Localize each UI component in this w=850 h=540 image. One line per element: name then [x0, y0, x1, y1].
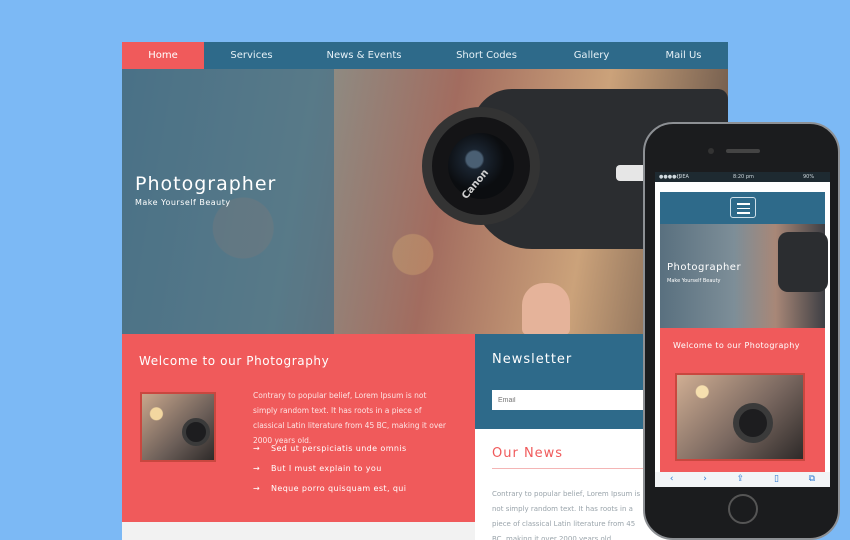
nav-short-codes[interactable]: Short Codes: [429, 42, 544, 69]
bullet-item[interactable]: → But I must explain to you: [253, 464, 382, 473]
main-nav: Home Services News & Events Short Codes …: [122, 42, 728, 69]
back-icon[interactable]: ‹: [670, 472, 674, 487]
hand-image: [522, 283, 570, 335]
mobile-welcome-section: Welcome to our Photography: [660, 328, 825, 472]
welcome-title: Welcome to our Photography: [139, 354, 330, 368]
mobile-hero-title: Photographer: [667, 262, 742, 273]
mobile-welcome-photo: [675, 373, 805, 461]
hero-banner: Canon Photographer Make Yourself Beauty: [122, 69, 728, 335]
carrier-label: IDEA: [677, 174, 689, 180]
nav-mail-us[interactable]: Mail Us: [639, 42, 728, 69]
nav-gallery[interactable]: Gallery: [544, 42, 639, 69]
forward-icon[interactable]: ›: [703, 472, 707, 487]
mobile-hero-subtitle: Make Yourself Beauty: [667, 278, 721, 284]
mobile-welcome-title: Welcome to our Photography: [673, 341, 800, 350]
battery-label: 90%: [803, 174, 815, 180]
home-button[interactable]: [728, 494, 758, 524]
status-time: 8:20 pm: [733, 174, 754, 180]
share-icon[interactable]: ⇪: [737, 472, 745, 487]
arrow-right-icon: →: [253, 484, 261, 493]
news-text: Contrary to popular belief, Lorem Ipsum …: [492, 490, 641, 540]
front-camera: [708, 148, 714, 154]
news-divider: [492, 468, 652, 469]
hero-title: Photographer: [135, 173, 277, 195]
welcome-photo: [140, 392, 216, 462]
menu-icon[interactable]: [730, 197, 756, 218]
hero-subtitle: Make Yourself Beauty: [135, 198, 231, 207]
nav-home[interactable]: Home: [122, 42, 204, 69]
status-bar: ●●●●○ IDEA 8:20 pm 90%: [655, 172, 830, 182]
nav-news-events[interactable]: News & Events: [299, 42, 429, 69]
photo-camera-lens: [182, 418, 210, 446]
tabs-icon[interactable]: ⧉: [809, 472, 815, 487]
newsletter-title: Newsletter: [492, 352, 573, 367]
arrow-right-icon: →: [253, 444, 261, 453]
arrow-right-icon: →: [253, 464, 261, 473]
bullet-item[interactable]: → Neque porro quisquam est, qui: [253, 484, 406, 493]
phone-speaker: [726, 149, 760, 153]
mobile-hero: Photographer Make Yourself Beauty: [660, 224, 828, 328]
mobile-camera-image: [778, 232, 828, 292]
news-title: Our News: [492, 446, 564, 461]
bullet-item[interactable]: → Sed ut perspiciatis unde omnis: [253, 444, 407, 453]
mobile-nav: [660, 192, 825, 224]
browser-toolbar: ‹ › ⇪ ▯ ⧉: [655, 472, 830, 487]
camera-lens-glass: [448, 133, 514, 199]
welcome-section: Welcome to our Photography Contrary to p…: [122, 334, 475, 522]
bookmarks-icon[interactable]: ▯: [774, 472, 779, 487]
phone-screen: ●●●●○ IDEA 8:20 pm 90% Photographer Make…: [655, 172, 830, 487]
nav-services[interactable]: Services: [204, 42, 299, 69]
photo-camera-lens: [733, 403, 773, 443]
desktop-mockup: Home Services News & Events Short Codes …: [122, 42, 728, 540]
footer-strip: [122, 522, 475, 540]
phone-mockup: ●●●●○ IDEA 8:20 pm 90% Photographer Make…: [643, 122, 840, 540]
welcome-text: Contrary to popular belief, Lorem Ipsum …: [253, 391, 446, 445]
